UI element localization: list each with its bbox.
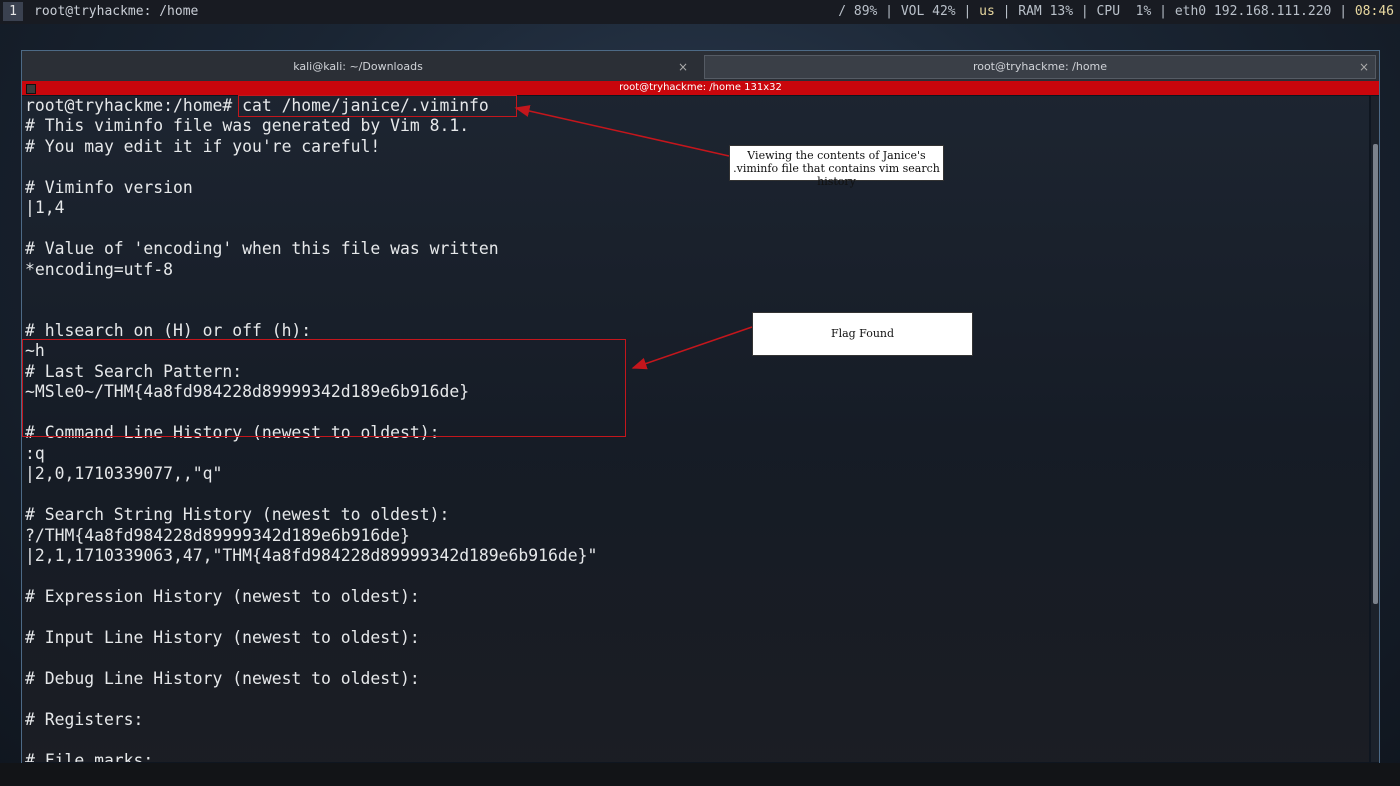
desktop-bottom <box>0 763 1400 786</box>
tab-kali-downloads[interactable]: kali@kali: ~/Downloads × <box>22 55 694 79</box>
keyboard-layout: us <box>979 4 995 19</box>
scrollbar[interactable] <box>1371 96 1379 762</box>
terminal-line: *encoding=utf-8 <box>25 259 174 279</box>
window-menu-icon[interactable] <box>26 84 36 94</box>
terminal-title-bar: root@tryhackme: /home 131x32 <box>22 81 1379 95</box>
tab-bar: kali@kali: ~/Downloads × root@tryhackme:… <box>22 51 1379 81</box>
close-icon[interactable]: × <box>1359 56 1369 78</box>
annotation-note-flag: Flag Found <box>752 312 973 356</box>
flag-highlight-box <box>22 339 626 437</box>
volume-level: VOL 42% <box>900 4 956 19</box>
terminal-line: # File marks: <box>25 750 154 763</box>
command-highlight-box <box>238 95 517 117</box>
ram-usage: RAM 13% <box>1018 4 1074 19</box>
system-status: / 89% | VOL 42% | us | RAM 13% | CPU 1% … <box>838 4 1394 19</box>
terminal-line: |1,4 <box>25 198 65 218</box>
clock: 08:46 <box>1354 4 1394 19</box>
cpu-usage: CPU 1% <box>1096 4 1152 19</box>
tab-label: kali@kali: ~/Downloads <box>293 60 423 73</box>
terminal-line: ?/THM{4a8fd984228d89999342d189e6b916de} <box>25 525 410 545</box>
workspace-indicator[interactable]: 1 <box>3 2 23 21</box>
terminal-line: # Registers: <box>25 709 144 729</box>
terminal-line: |2,1,1710339063,47,"THM{4a8fd984228d8999… <box>25 545 598 565</box>
terminal-title: root@tryhackme: /home 131x32 <box>619 82 782 93</box>
top-status-bar: 1 root@tryhackme: /home / 89% | VOL 42% … <box>0 0 1400 24</box>
scrollbar-thumb[interactable] <box>1373 144 1378 604</box>
terminal-line: # You may edit it if you're careful! <box>25 136 381 156</box>
close-icon[interactable]: × <box>678 55 688 79</box>
disk-usage: / 89% <box>838 4 878 19</box>
terminal-line: |2,0,1710339077,,"q" <box>25 464 223 484</box>
terminal-line: # Viminfo version <box>25 177 193 197</box>
terminal-line: :q <box>25 443 45 463</box>
terminal-line: # Value of 'encoding' when this file was… <box>25 239 499 259</box>
annotation-note-viminfo: Viewing the contents of Janice's .viminf… <box>729 145 944 188</box>
tab-root-home[interactable]: root@tryhackme: /home × <box>704 55 1376 79</box>
terminal-line: # This viminfo file was generated by Vim… <box>25 116 470 136</box>
window-title: root@tryhackme: /home <box>34 4 199 19</box>
terminal-line: # Expression History (newest to oldest): <box>25 586 420 606</box>
network-address: eth0 192.168.111.220 <box>1174 4 1332 19</box>
terminal-line: root@tryhackme:/home# cat /home/janice/.… <box>25 96 489 115</box>
terminal-line: # Input Line History (newest to oldest): <box>25 627 420 647</box>
terminal-line: # Search String History (newest to oldes… <box>25 505 450 525</box>
tab-label: root@tryhackme: /home <box>972 60 1108 73</box>
terminal-line: # Debug Line History (newest to oldest): <box>25 668 420 688</box>
